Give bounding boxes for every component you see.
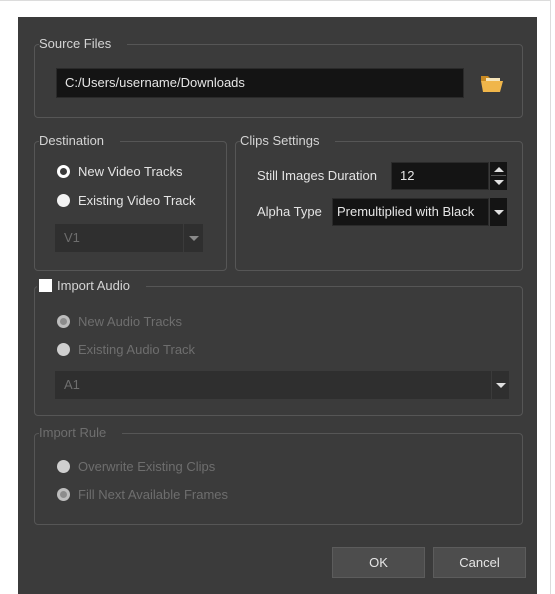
overwrite-existing-clips-radio[interactable]: Overwrite Existing Clips: [57, 459, 215, 474]
new-audio-tracks-radio[interactable]: New Audio Tracks: [57, 314, 182, 329]
spin-up-icon[interactable]: [494, 167, 504, 172]
import-audio-header[interactable]: Import Audio: [37, 278, 146, 294]
duration-spinner[interactable]: [489, 162, 507, 190]
source-files-title: Source Files: [39, 36, 128, 52]
ok-button[interactable]: OK: [332, 547, 425, 578]
radio-unchecked-icon: [57, 194, 70, 207]
import-audio-group: Import Audio New Audio Tracks Existing A…: [34, 278, 523, 416]
radio-unchecked-icon: [57, 460, 70, 473]
radio-checked-icon: [57, 488, 70, 501]
still-images-duration-label: Still Images Duration: [257, 168, 377, 183]
existing-video-track-label: Existing Video Track: [78, 193, 196, 208]
source-path-field[interactable]: C:/Users/username/Downloads: [56, 68, 464, 98]
audio-track-select[interactable]: A1: [55, 371, 491, 399]
alpha-type-select[interactable]: Premultiplied with Black: [332, 198, 489, 226]
chevron-down-icon: [188, 235, 199, 241]
source-files-group: Source Files C:/Users/username/Downloads: [34, 36, 523, 118]
overwrite-existing-clips-label: Overwrite Existing Clips: [78, 459, 216, 474]
clips-settings-title: Clips Settings: [240, 133, 336, 149]
video-track-dropdown-button[interactable]: [183, 224, 203, 252]
video-track-select[interactable]: V1: [55, 224, 183, 252]
spin-down-icon[interactable]: [494, 180, 504, 185]
alpha-type-label: Alpha Type: [257, 204, 322, 219]
import-rule-title: Import Rule: [39, 425, 123, 441]
spin-divider: [491, 175, 506, 176]
audio-track-dropdown-button[interactable]: [491, 371, 509, 399]
destination-group: Destination New Video Tracks Existing Vi…: [34, 133, 227, 271]
chevron-down-icon: [493, 209, 504, 215]
new-audio-tracks-label: New Audio Tracks: [78, 314, 183, 329]
still-images-duration-input[interactable]: 12: [391, 162, 489, 190]
radio-checked-icon: [57, 315, 70, 328]
clips-settings-group: Clips Settings Still Images Duration 12 …: [235, 133, 523, 271]
chevron-down-icon: [495, 382, 506, 388]
existing-audio-track-label: Existing Audio Track: [78, 342, 196, 357]
import-audio-label: Import Audio: [57, 278, 130, 293]
radio-unchecked-icon: [57, 343, 70, 356]
import-rule-group: Import Rule Overwrite Existing Clips Fil…: [34, 425, 523, 525]
folder-open-icon[interactable]: [480, 73, 504, 93]
existing-audio-track-radio[interactable]: Existing Audio Track: [57, 342, 195, 357]
new-video-tracks-label: New Video Tracks: [78, 164, 183, 179]
import-audio-checkbox[interactable]: [39, 279, 52, 292]
radio-checked-icon: [57, 165, 70, 178]
existing-video-track-radio[interactable]: Existing Video Track: [57, 193, 196, 208]
fill-next-available-frames-label: Fill Next Available Frames: [78, 487, 229, 502]
cancel-button[interactable]: Cancel: [433, 547, 526, 578]
fill-next-available-frames-radio[interactable]: Fill Next Available Frames: [57, 487, 228, 502]
new-video-tracks-radio[interactable]: New Video Tracks: [57, 164, 183, 179]
alpha-type-dropdown-button[interactable]: [489, 198, 507, 226]
destination-title: Destination: [39, 133, 121, 149]
import-clips-dialog: Source Files C:/Users/username/Downloads…: [18, 17, 537, 594]
